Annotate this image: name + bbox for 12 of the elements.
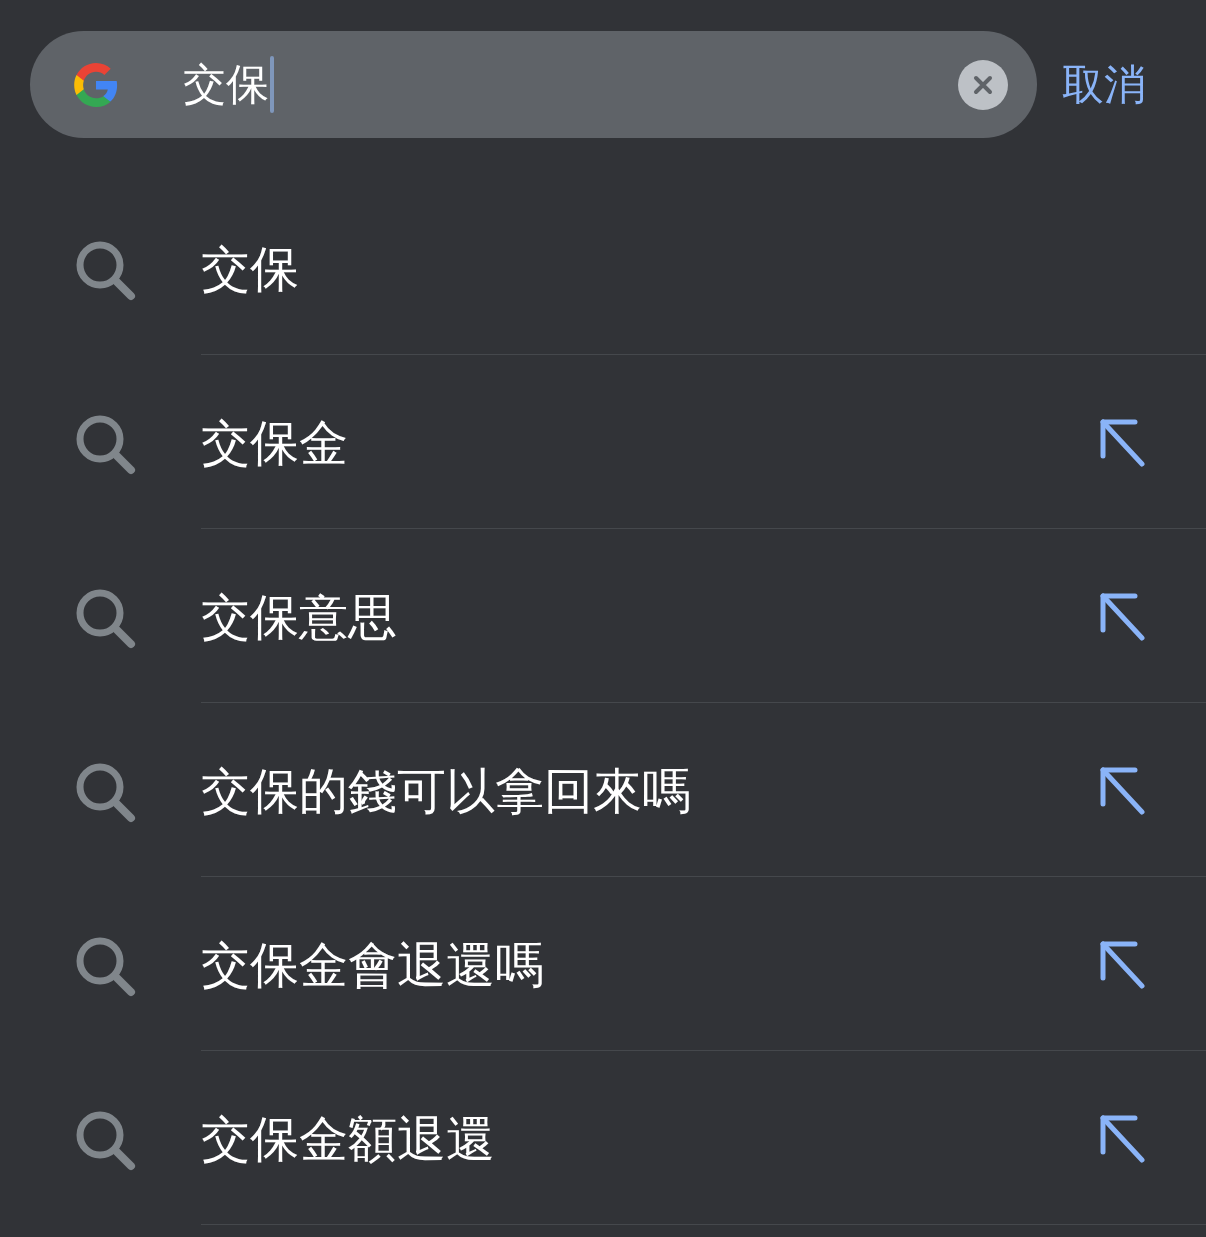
g-logo-icon [72, 60, 120, 109]
suggestion-text[interactable]: 交保金額退還 [201, 1114, 495, 1164]
search-field[interactable]: 交保 [30, 31, 1037, 138]
suggestion-text[interactable]: 交保金 [201, 418, 348, 468]
close-icon [973, 74, 993, 95]
clear-button[interactable] [958, 59, 1008, 110]
suggestion-text[interactable]: 交保的錢可以拿回來嗎 [201, 766, 691, 816]
suggestion-text[interactable]: 交保 [201, 244, 299, 294]
suggestion-text[interactable]: 交保意思 [201, 592, 397, 642]
cancel-button[interactable]: 取消 [1062, 63, 1146, 106]
suggestion-text[interactable]: 交保金會退還嗎 [201, 940, 544, 990]
search-query: 交保 [183, 63, 269, 106]
